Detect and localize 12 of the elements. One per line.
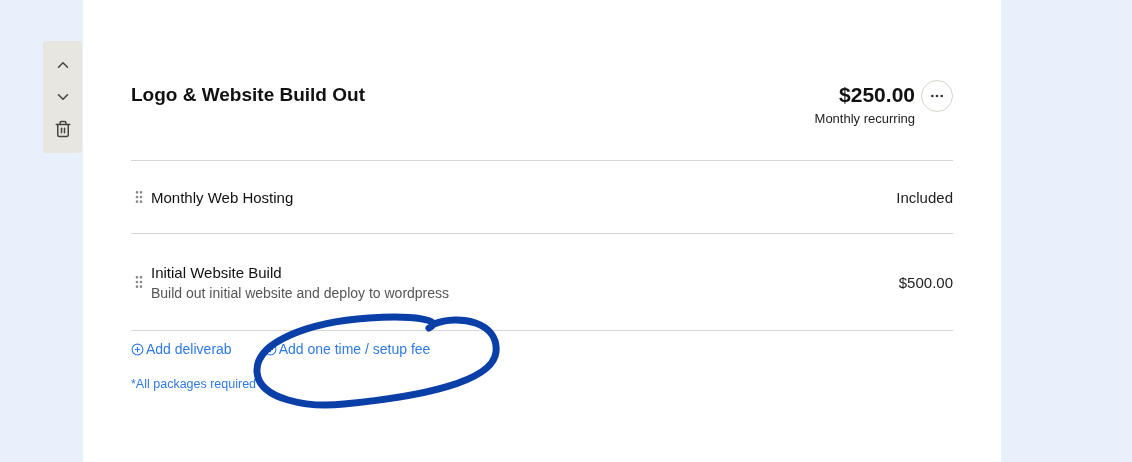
footnote: *All packages required — [131, 377, 258, 391]
add-link[interactable]: Add one time / setup fee — [263, 341, 431, 357]
deliverable-price: Included — [896, 188, 953, 206]
deliverable-name: Initial Website Build — [151, 263, 283, 281]
deliverable-description: Build out initial website and deploy to wordpress — [151, 284, 450, 301]
plus-circle-icon — [131, 342, 144, 356]
billing-period: Monthly recurring — [814, 111, 915, 126]
deliverable-price: $500.00 — [898, 273, 953, 291]
package-title: Logo & Website Build Out — [131, 84, 365, 106]
add-link[interactable]: Add deliverab — [131, 341, 232, 357]
package-price: $250.00 — [839, 83, 915, 107]
deliverable-name: Monthly Web Hosting — [151, 188, 294, 206]
